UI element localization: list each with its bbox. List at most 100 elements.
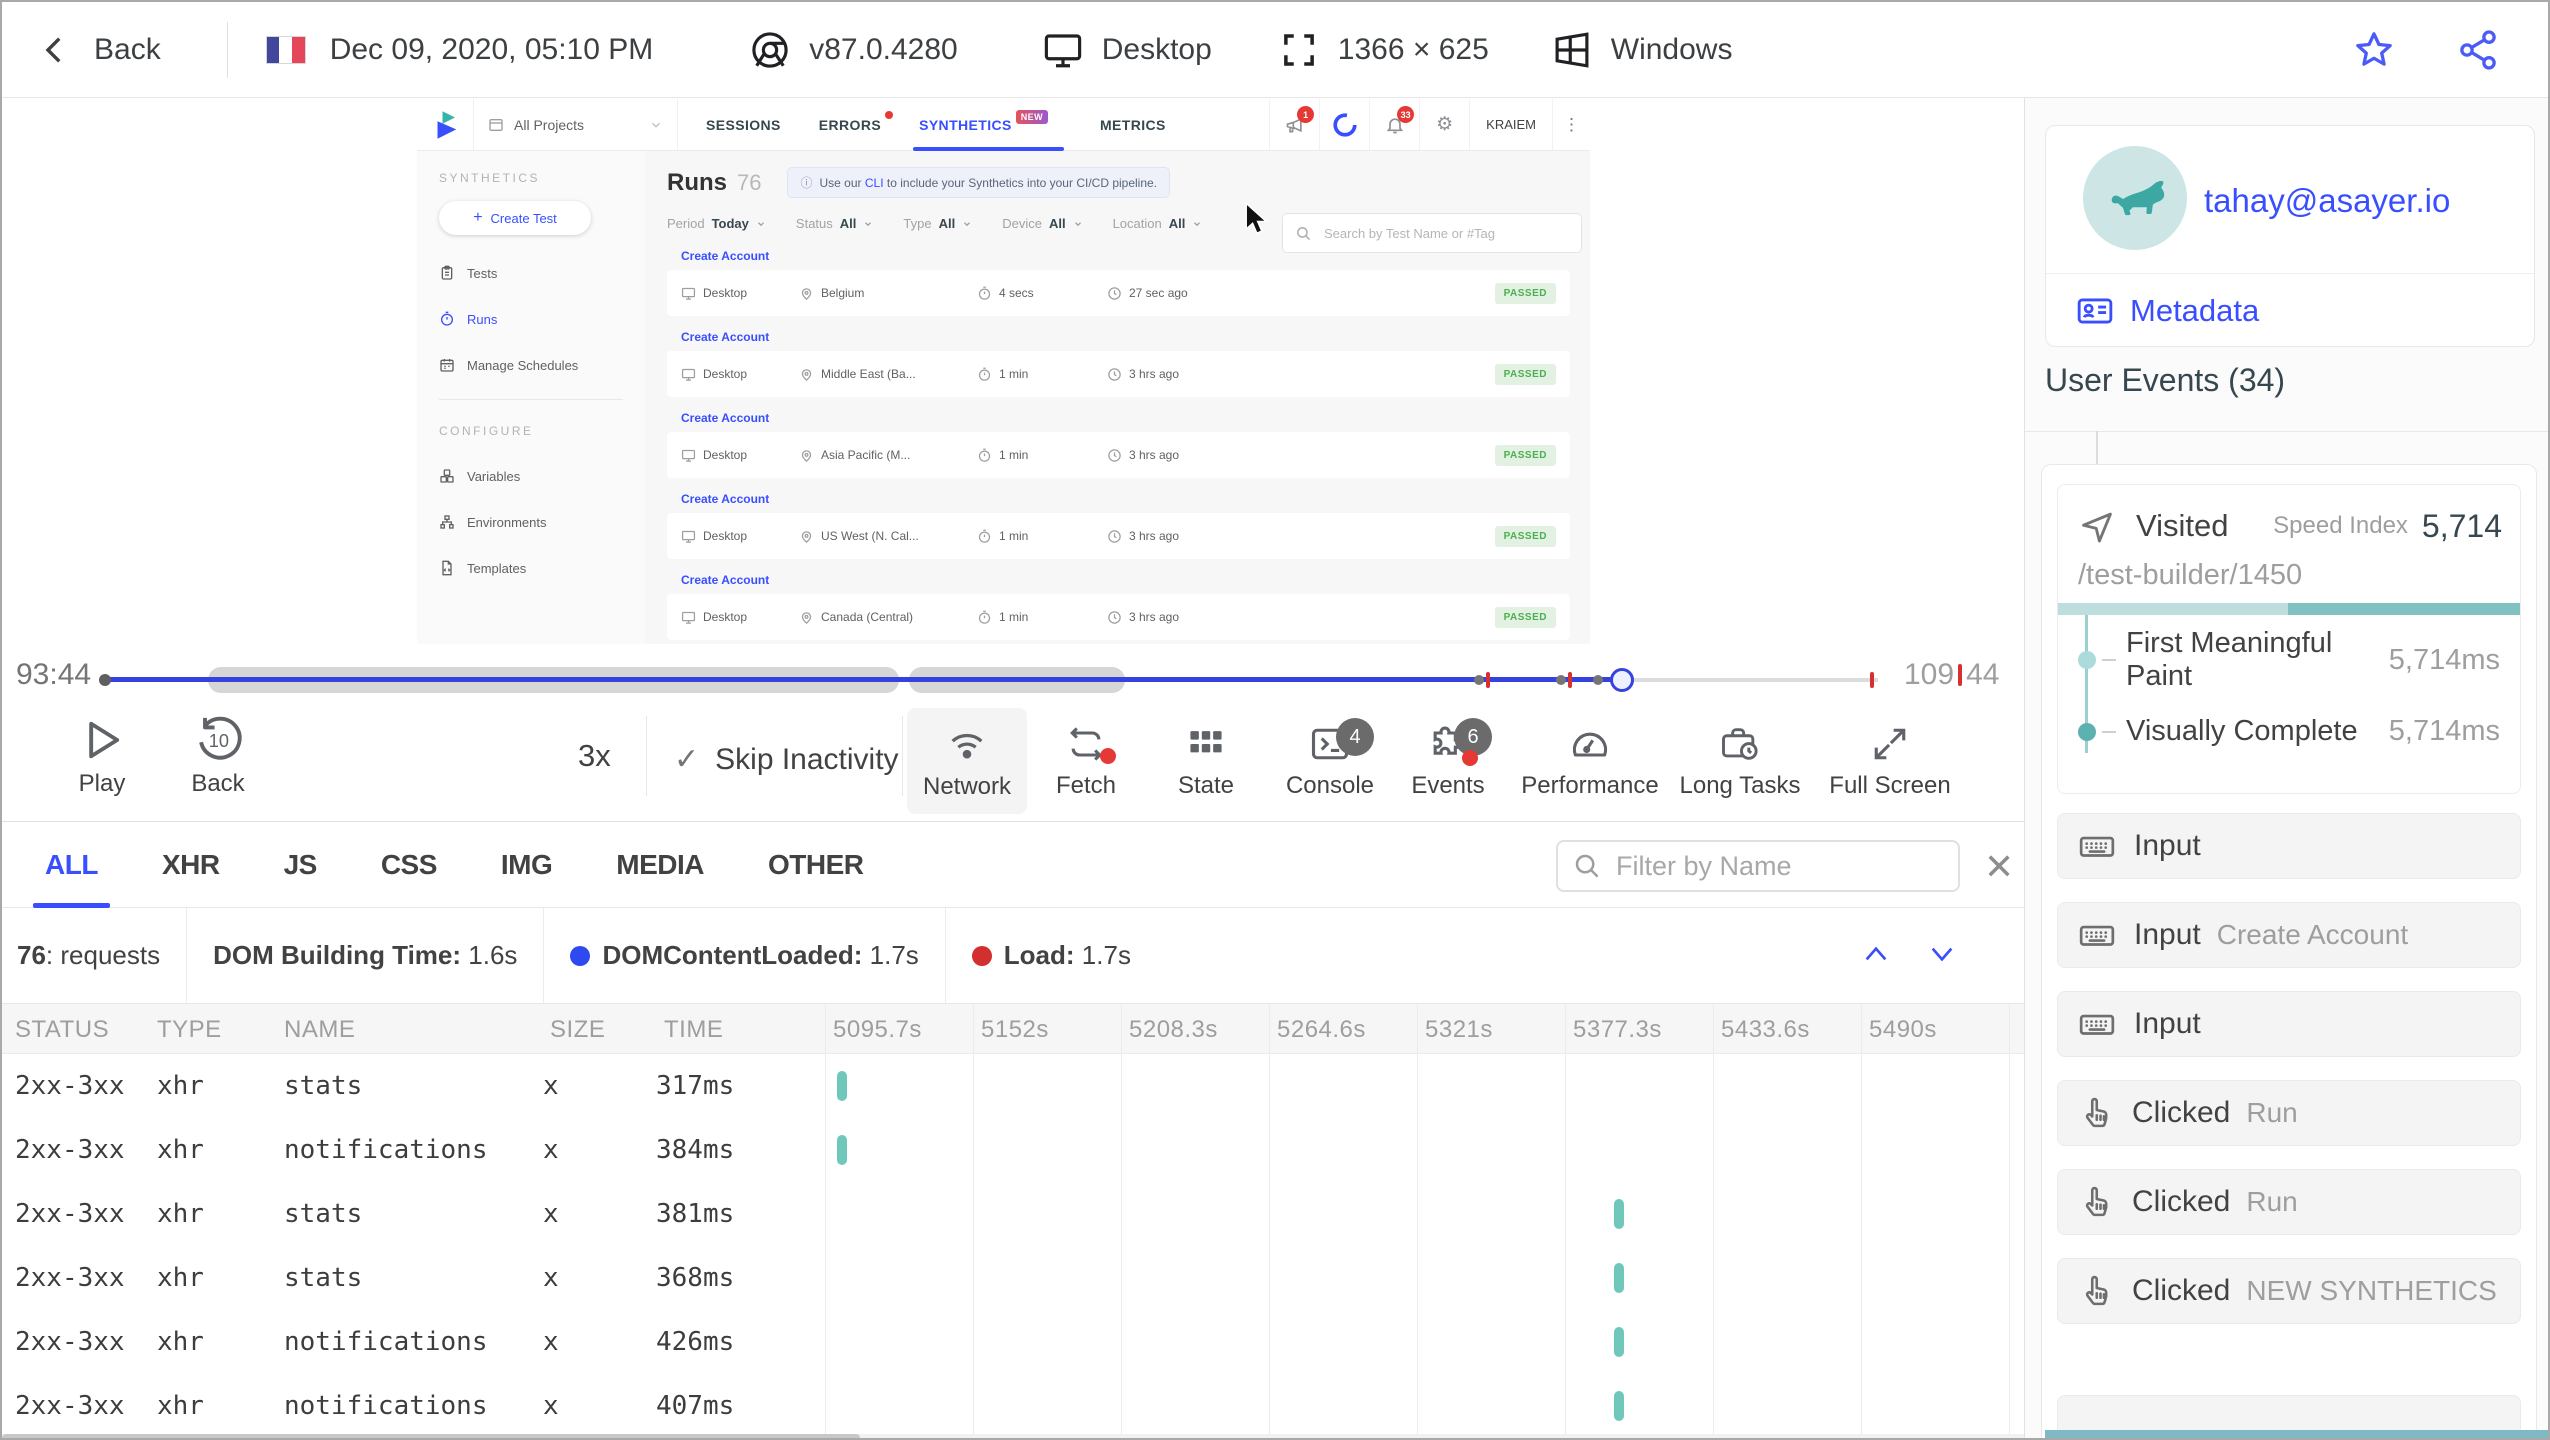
jump-up-icon[interactable] — [1860, 938, 1892, 970]
test-search-input[interactable] — [1322, 224, 1569, 242]
error-marker[interactable] — [1870, 672, 1874, 688]
id-card-icon — [2076, 292, 2114, 330]
request-row[interactable]: 2xx-3xx xhr stats x 381ms — [2, 1182, 2024, 1246]
hand-pointer-icon — [2078, 1273, 2114, 1309]
event-input[interactable]: Input — [2057, 813, 2521, 879]
panel-long-tasks[interactable]: Long Tasks — [1677, 708, 1803, 814]
user-menu[interactable]: KRAIEM — [1469, 99, 1552, 150]
tab-errors[interactable]: ERRORS — [819, 99, 894, 151]
sidebar-section-configure: CONFIGURE — [439, 424, 534, 438]
location-pin-icon — [799, 610, 814, 625]
panel-full-screen[interactable]: Full Screen — [1803, 708, 1977, 814]
test-search-box — [1282, 213, 1582, 253]
close-panel-icon[interactable]: ✕ — [1984, 846, 2014, 888]
run-title-link[interactable]: Create Account — [667, 411, 1570, 425]
tab-other[interactable]: OTHER — [768, 822, 864, 908]
tab-all[interactable]: ALL — [33, 822, 110, 908]
request-row[interactable]: 2xx-3xx xhr stats x 368ms — [2, 1246, 2024, 1310]
run-row[interactable]: Desktop Canada (Central) 1 min 3 hrs ago… — [667, 594, 1570, 640]
sidebar-item-runs[interactable]: Runs — [439, 311, 645, 327]
run-title-link[interactable]: Create Account — [667, 573, 1570, 587]
check-icon: ✓ — [674, 743, 700, 776]
dcl-dot — [570, 945, 591, 966]
run-row[interactable]: Desktop Belgium 4 secs 27 sec ago PASSED — [667, 270, 1570, 316]
panel-console[interactable]: 4 Console — [1267, 708, 1393, 814]
event-input[interactable]: Input Create Account — [2057, 902, 2521, 968]
favorite-star-icon[interactable] — [2352, 28, 2396, 72]
duration-icon — [977, 529, 992, 544]
request-row[interactable]: 2xx-3xx xhr notifications x 426ms — [2, 1310, 2024, 1374]
clock-icon — [1107, 448, 1122, 463]
tab-metrics[interactable]: METRICS — [1100, 99, 1166, 151]
visited-event-card[interactable]: Visited Speed Index 5,714 /test-builder/… — [2057, 484, 2521, 794]
project-selector[interactable]: All Projects — [473, 99, 678, 150]
request-row[interactable]: 2xx-3xx xhr stats x 317ms — [2, 1054, 2024, 1118]
sidebar-item-environments[interactable]: Environments — [439, 514, 645, 530]
request-row[interactable]: 2xx-3xx xhr notifications x 384ms — [2, 1118, 2024, 1182]
playhead[interactable] — [1610, 668, 1634, 692]
panel-fetch[interactable]: Fetch — [1027, 708, 1145, 814]
back-button[interactable]: Back — [38, 33, 161, 67]
filter-status[interactable]: Status All — [796, 216, 873, 231]
sidebar-item-tests[interactable]: Tests — [439, 265, 645, 281]
request-row[interactable]: 2xx-3xx xhr notifications x 407ms — [2, 1374, 2024, 1438]
filter-period[interactable]: Period Today — [667, 216, 766, 231]
cli-link[interactable]: CLI — [865, 176, 884, 190]
metadata-button[interactable]: Metadata — [2076, 292, 2259, 330]
play-button[interactable]: Play — [54, 714, 150, 798]
announcements-button[interactable]: 1 — [1269, 99, 1319, 150]
panel-state[interactable]: State — [1145, 708, 1267, 814]
settings-gear-button[interactable]: ⚙ — [1419, 99, 1469, 150]
tab-css[interactable]: CSS — [381, 822, 438, 908]
run-row[interactable]: Desktop US West (N. Cal... 1 min 3 hrs a… — [667, 513, 1570, 559]
sidebar-item-templates[interactable]: Templates — [439, 560, 645, 576]
tab-media[interactable]: MEDIA — [616, 822, 704, 908]
error-marker[interactable] — [1568, 672, 1572, 688]
run-row[interactable]: Desktop Middle East (Ba... 1 min 3 hrs a… — [667, 351, 1570, 397]
event-clicked[interactable]: Clicked Run — [2057, 1169, 2521, 1235]
filter-location[interactable]: Location All — [1113, 216, 1203, 231]
filter-type[interactable]: Type All — [903, 216, 972, 231]
share-icon[interactable] — [2456, 28, 2500, 72]
templates-icon — [439, 560, 455, 576]
panel-events[interactable]: 6 Events — [1393, 708, 1503, 814]
jump-down-icon[interactable] — [1926, 938, 1958, 970]
sidebar-item-variables[interactable]: Variables — [439, 468, 645, 484]
time-tick: 5095.7s — [833, 1016, 922, 1043]
name-filter-input[interactable] — [1614, 849, 1944, 883]
tab-xhr[interactable]: XHR — [162, 822, 220, 908]
tab-synthetics[interactable]: SYNTHETICS NEW — [913, 99, 1064, 151]
panel-network[interactable]: Network — [907, 708, 1027, 814]
tab-js[interactable]: JS — [284, 822, 318, 908]
user-email-link[interactable]: tahay@asayer.io — [2204, 182, 2450, 220]
run-row[interactable]: Desktop Asia Pacific (M... 1 min 3 hrs a… — [667, 432, 1570, 478]
resolution: 1366 × 625 — [1337, 32, 1489, 66]
run-title-link[interactable]: Create Account — [667, 330, 1570, 344]
kebab-menu-button[interactable]: ⋮ — [1552, 99, 1590, 150]
mouse-cursor — [1244, 202, 1274, 236]
timeline[interactable]: 93:44 109 44 — [2, 644, 2024, 700]
error-marker[interactable] — [1486, 672, 1490, 688]
notifications-bell-button[interactable]: 33 — [1369, 99, 1419, 150]
back-10s-button[interactable]: 10 Back — [170, 714, 266, 798]
event-input[interactable]: Input — [2057, 991, 2521, 1057]
time-tick: 5208.3s — [1129, 1016, 1218, 1043]
sidebar-section-synthetics: SYNTHETICS — [439, 171, 541, 185]
skip-inactivity-toggle[interactable]: ✓ Skip Inactivity — [674, 742, 899, 777]
tab-sessions[interactable]: SESSIONS — [706, 99, 781, 151]
create-test-button[interactable]: + Create Test — [439, 201, 591, 235]
wifi-icon — [944, 721, 990, 767]
chevron-left-icon — [38, 33, 72, 67]
tab-img[interactable]: IMG — [501, 822, 553, 908]
speed-toggle[interactable]: 3x — [578, 738, 611, 774]
scrollbar-thumb[interactable] — [2, 1434, 860, 1438]
filter-device[interactable]: Device All — [1002, 216, 1082, 231]
panel-performance[interactable]: Performance — [1503, 708, 1677, 814]
new-badge: NEW — [1015, 109, 1048, 124]
device-icon — [681, 610, 696, 625]
sidebar-item-manage-schedules[interactable]: Manage Schedules — [439, 357, 645, 373]
event-clicked[interactable]: Clicked NEW SYNTHETICS — [2057, 1258, 2521, 1324]
performance-gauge-icon — [1568, 722, 1612, 766]
run-title-link[interactable]: Create Account — [667, 492, 1570, 506]
event-clicked[interactable]: Clicked Run — [2057, 1080, 2521, 1146]
